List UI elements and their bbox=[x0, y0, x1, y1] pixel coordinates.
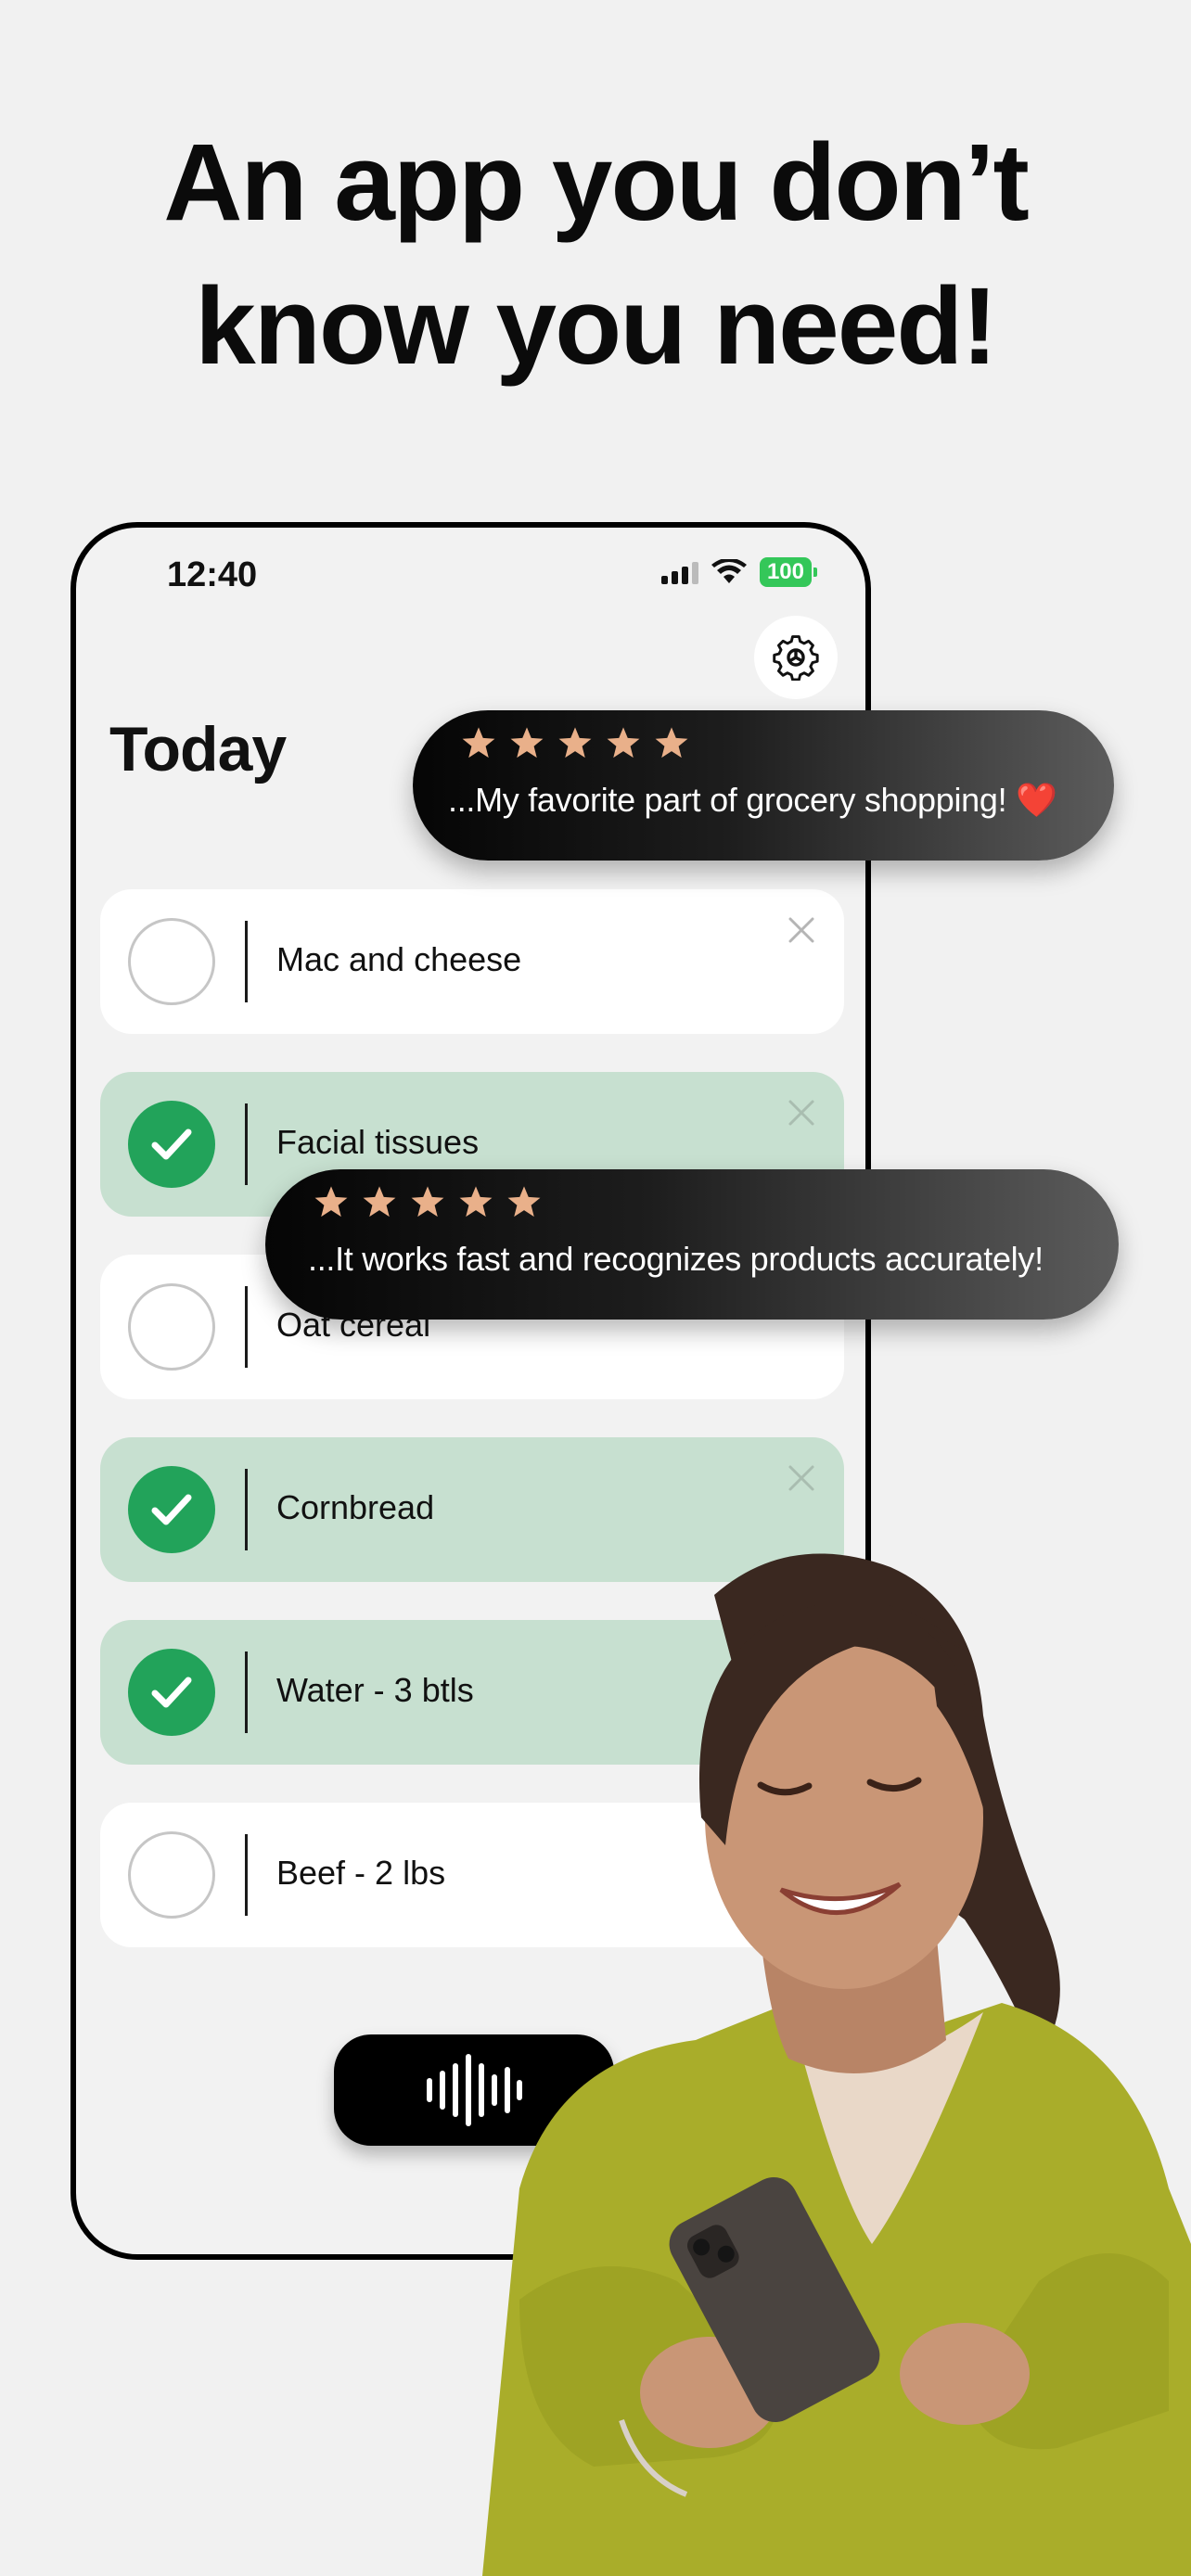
close-icon[interactable] bbox=[787, 1098, 816, 1128]
star-icon bbox=[558, 727, 592, 759]
item-checkbox[interactable] bbox=[128, 1466, 215, 1553]
checkmark-icon bbox=[151, 1677, 192, 1708]
item-divider bbox=[245, 1651, 248, 1733]
wifi-icon bbox=[711, 559, 747, 583]
item-label: Cornbread bbox=[276, 1488, 435, 1526]
star-icon bbox=[314, 1186, 348, 1218]
item-label: Mac and cheese bbox=[276, 940, 522, 978]
headline-line-1: An app you don’t bbox=[163, 121, 1030, 244]
battery-icon: 100 bbox=[759, 557, 817, 587]
marketing-headline: An app you don’t know you need! bbox=[0, 111, 1191, 399]
item-divider bbox=[245, 1834, 248, 1916]
star-icon bbox=[510, 727, 544, 759]
star-icon bbox=[462, 727, 495, 759]
item-divider bbox=[245, 1103, 248, 1185]
item-divider bbox=[245, 921, 248, 1002]
star-icon bbox=[655, 727, 688, 759]
item-checkbox[interactable] bbox=[128, 918, 215, 1005]
close-icon[interactable] bbox=[787, 1463, 816, 1493]
review-bubble: ...It works fast and recognizes products… bbox=[265, 1169, 1119, 1320]
star-icon bbox=[459, 1186, 493, 1218]
star-icon bbox=[607, 727, 640, 759]
rating-stars bbox=[461, 725, 689, 760]
item-divider bbox=[245, 1286, 248, 1368]
status-icons: 100 bbox=[660, 557, 817, 587]
battery-level: 100 bbox=[759, 557, 812, 587]
headline-line-2: know you need! bbox=[195, 265, 998, 388]
heart-emoji: ❤️ bbox=[1016, 781, 1057, 819]
status-time: 12:40 bbox=[167, 555, 258, 594]
review-bubble: ...My favorite part of grocery shopping!… bbox=[413, 710, 1114, 861]
item-label: Water - 3 btls bbox=[276, 1671, 474, 1709]
item-label: Facial tissues bbox=[276, 1123, 480, 1161]
star-icon bbox=[507, 1186, 541, 1218]
item-label: Beef - 2 lbs bbox=[276, 1854, 446, 1892]
cellular-signal-icon bbox=[660, 560, 698, 584]
screen-title: Today bbox=[109, 714, 287, 784]
star-icon bbox=[411, 1186, 444, 1218]
item-checkbox[interactable] bbox=[128, 1283, 215, 1371]
woman-with-phone-image bbox=[482, 1553, 1191, 2576]
close-icon[interactable] bbox=[787, 915, 816, 945]
review-text: ...It works fast and recognizes products… bbox=[308, 1240, 1044, 1278]
item-checkbox[interactable] bbox=[128, 1831, 215, 1919]
item-divider bbox=[245, 1469, 248, 1550]
item-checkbox[interactable] bbox=[128, 1649, 215, 1736]
item-checkbox[interactable] bbox=[128, 1101, 215, 1188]
review-text: ...My favorite part of grocery shopping!… bbox=[448, 781, 1057, 820]
gear-icon bbox=[773, 635, 819, 681]
settings-button[interactable] bbox=[754, 616, 838, 699]
star-icon bbox=[363, 1186, 396, 1218]
checkmark-icon bbox=[151, 1129, 192, 1160]
checkmark-icon bbox=[151, 1494, 192, 1525]
list-item[interactable]: Mac and cheese bbox=[100, 889, 844, 1034]
review-quote: ...My favorite part of grocery shopping! bbox=[448, 781, 1007, 819]
rating-stars bbox=[314, 1184, 542, 1219]
